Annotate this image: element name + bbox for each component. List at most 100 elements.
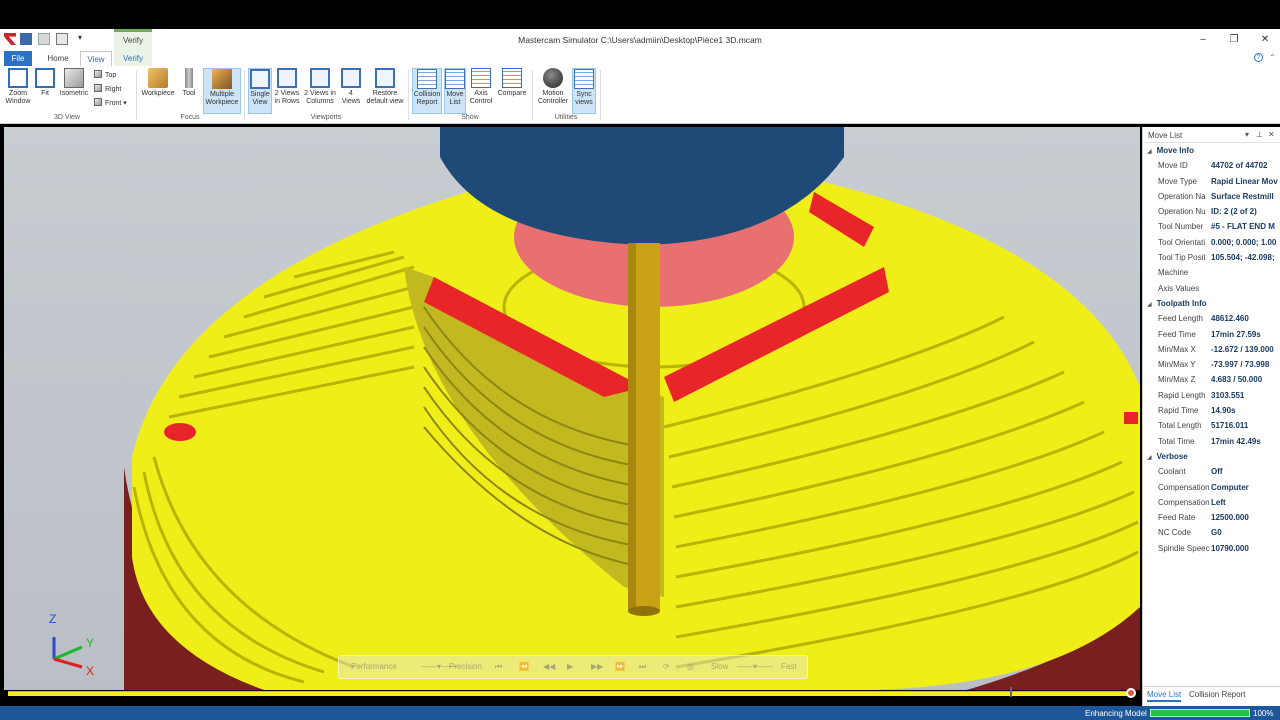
- property-row[interactable]: Compensation Computer: [1143, 480, 1280, 495]
- move-list-button[interactable]: Move List: [444, 68, 466, 114]
- axis-control-button[interactable]: Axis Control: [468, 68, 494, 114]
- restore-button[interactable]: ❐: [1225, 31, 1243, 49]
- property-row[interactable]: Total Time 17min 42.49s: [1143, 434, 1280, 449]
- property-label: Compensation: [1158, 497, 1210, 507]
- multiple-workpiece-button[interactable]: Multiple Workpiece: [203, 68, 241, 114]
- help-icon[interactable]: ?: [1254, 53, 1263, 62]
- property-row[interactable]: Min/Max X -12.672 / 139.000: [1143, 342, 1280, 357]
- property-row[interactable]: Move Type Rapid Linear Mov: [1143, 174, 1280, 189]
- group-utilities-label: Utilities: [554, 114, 578, 121]
- property-row[interactable]: Min/Max Z 4.683 / 50.000: [1143, 372, 1280, 387]
- property-row[interactable]: Total Length 51716.011: [1143, 418, 1280, 433]
- property-row[interactable]: Tool Orientati 0.000; 0.000; 1.00: [1143, 235, 1280, 250]
- multiple-workpiece-icon: [212, 69, 232, 89]
- two-views-columns-button[interactable]: 2 Views in Columns: [303, 68, 337, 114]
- property-row[interactable]: Feed Length 48612.460: [1143, 311, 1280, 326]
- property-row[interactable]: NC Code G0: [1143, 525, 1280, 540]
- speed-slider[interactable]: ——▾——: [737, 662, 773, 671]
- property-row[interactable]: Rapid Time 14.90s: [1143, 403, 1280, 418]
- property-row[interactable]: Operation Nu ID: 2 (2 of 2): [1143, 204, 1280, 219]
- property-row[interactable]: Axis Values: [1143, 281, 1280, 296]
- right-view-button[interactable]: Right: [94, 84, 121, 95]
- step-forward-icon[interactable]: ⏩: [615, 662, 625, 671]
- property-label: Machine: [1158, 268, 1189, 278]
- property-row[interactable]: Tool Tip Posit 105.504; -42.098;: [1143, 250, 1280, 265]
- ribbon: Zoom Window Fit Isometric Top Right Fron…: [0, 66, 1280, 124]
- four-views-button[interactable]: 4 Views: [339, 68, 363, 114]
- panel-section-header[interactable]: ◢ Toolpath Info: [1143, 296, 1280, 311]
- forward-icon[interactable]: ▶▶: [591, 662, 603, 671]
- collision-report-button[interactable]: Collision Report: [412, 68, 442, 114]
- panel-section-header[interactable]: ◢ Move Info: [1143, 143, 1280, 158]
- front-view-button[interactable]: Front ▾: [94, 98, 127, 109]
- skip-to-start-icon[interactable]: ⏮: [495, 662, 502, 672]
- top-view-button[interactable]: Top: [94, 70, 116, 81]
- property-value: 12500.000: [1211, 513, 1249, 523]
- two-views-rows-button[interactable]: 2 Views in Rows: [273, 68, 301, 114]
- close-button[interactable]: ✕: [1256, 31, 1274, 49]
- property-row[interactable]: Feed Time 17min 27.59s: [1143, 327, 1280, 342]
- tab-verify[interactable]: Verify: [114, 51, 152, 66]
- skip-to-end-icon[interactable]: ⏭: [639, 662, 646, 672]
- progress-handle[interactable]: [1126, 688, 1136, 698]
- single-view-button[interactable]: Single View: [248, 68, 272, 114]
- precision-label: Precision: [449, 662, 482, 671]
- property-value: 17min 42.49s: [1211, 436, 1261, 446]
- property-value: Rapid Linear Mov: [1211, 176, 1278, 186]
- compare-button[interactable]: Compare: [496, 68, 528, 114]
- property-row[interactable]: Compensation Left: [1143, 495, 1280, 510]
- tab-home[interactable]: Home: [40, 51, 76, 66]
- sync-views-button[interactable]: Sync views: [572, 68, 596, 114]
- simulation-viewport[interactable]: Z Y X Performance ——▾—— Precision ⏮ ⏪ ◀◀…: [4, 127, 1140, 690]
- play-icon[interactable]: ▶: [567, 662, 573, 671]
- property-value: 17min 27.59s: [1211, 329, 1261, 339]
- collision-spot: [164, 423, 196, 441]
- simulation-progress-track[interactable]: [8, 691, 1132, 696]
- step-back-icon[interactable]: ⏪: [519, 662, 529, 671]
- collapse-triangle-icon[interactable]: ◢: [1147, 145, 1152, 158]
- property-row[interactable]: Feed Rate 12500.000: [1143, 510, 1280, 525]
- group-show-label: Show: [461, 114, 479, 121]
- minimize-button[interactable]: –: [1194, 31, 1212, 49]
- pin-icon[interactable]: ⊥: [1256, 130, 1263, 139]
- collapse-triangle-icon[interactable]: ◢: [1147, 451, 1152, 464]
- property-label: Tool Number: [1158, 222, 1204, 232]
- speed-icon[interactable]: ◎: [687, 662, 694, 671]
- simulation-controls: Performance ——▾—— Precision ⏮ ⏪ ◀◀ ▶ ▶▶ …: [338, 655, 808, 679]
- machined-part-scene: [124, 127, 1140, 690]
- property-row[interactable]: Coolant Off: [1143, 464, 1280, 479]
- tab-view[interactable]: View: [80, 51, 112, 66]
- panel-title: Move List: [1148, 131, 1183, 140]
- property-row[interactable]: Machine: [1143, 265, 1280, 280]
- panel-dropdown-icon[interactable]: ▾: [1245, 130, 1249, 139]
- restore-default-view-button[interactable]: Restore default view: [365, 68, 405, 114]
- property-row[interactable]: Operation Na Surface Restmill: [1143, 189, 1280, 204]
- workpiece-button[interactable]: Workpiece: [140, 68, 176, 114]
- four-views-icon: [341, 68, 361, 88]
- isometric-button[interactable]: Isometric: [58, 68, 90, 114]
- motion-controller-button[interactable]: Motion Controller: [536, 68, 570, 114]
- panel-close-icon[interactable]: ✕: [1268, 130, 1275, 139]
- ribbon-collapse-icon[interactable]: ⌃: [1269, 53, 1276, 62]
- fit-icon: [35, 68, 55, 88]
- ribbon-separator: [600, 70, 601, 120]
- property-row[interactable]: Move ID 44702 of 44702: [1143, 158, 1280, 173]
- property-row[interactable]: Tool Number #5 - FLAT END M: [1143, 219, 1280, 234]
- collapse-triangle-icon[interactable]: ◢: [1147, 298, 1152, 311]
- tab-move-list[interactable]: Move List: [1147, 690, 1182, 702]
- back-icon[interactable]: ◀◀: [543, 662, 555, 671]
- zoom-window-button[interactable]: Zoom Window: [4, 68, 32, 114]
- tool-button[interactable]: Tool: [178, 68, 200, 114]
- panel-section-header[interactable]: ◢ Verbose: [1143, 449, 1280, 464]
- property-row[interactable]: Min/Max Y -73.997 / 73.998: [1143, 357, 1280, 372]
- property-row[interactable]: Spindle Speec 10790.000: [1143, 541, 1280, 556]
- property-label: Axis Values: [1158, 283, 1200, 293]
- fit-button[interactable]: Fit: [34, 68, 56, 114]
- tab-collision-report[interactable]: Collision Report: [1189, 690, 1245, 699]
- top-black-bar: [0, 0, 1280, 29]
- property-label: Coolant: [1158, 467, 1186, 477]
- loop-icon[interactable]: ⟳: [663, 662, 670, 671]
- tab-file[interactable]: File: [4, 51, 32, 66]
- property-label: Move ID: [1158, 161, 1188, 171]
- property-row[interactable]: Rapid Length 3103.551: [1143, 388, 1280, 403]
